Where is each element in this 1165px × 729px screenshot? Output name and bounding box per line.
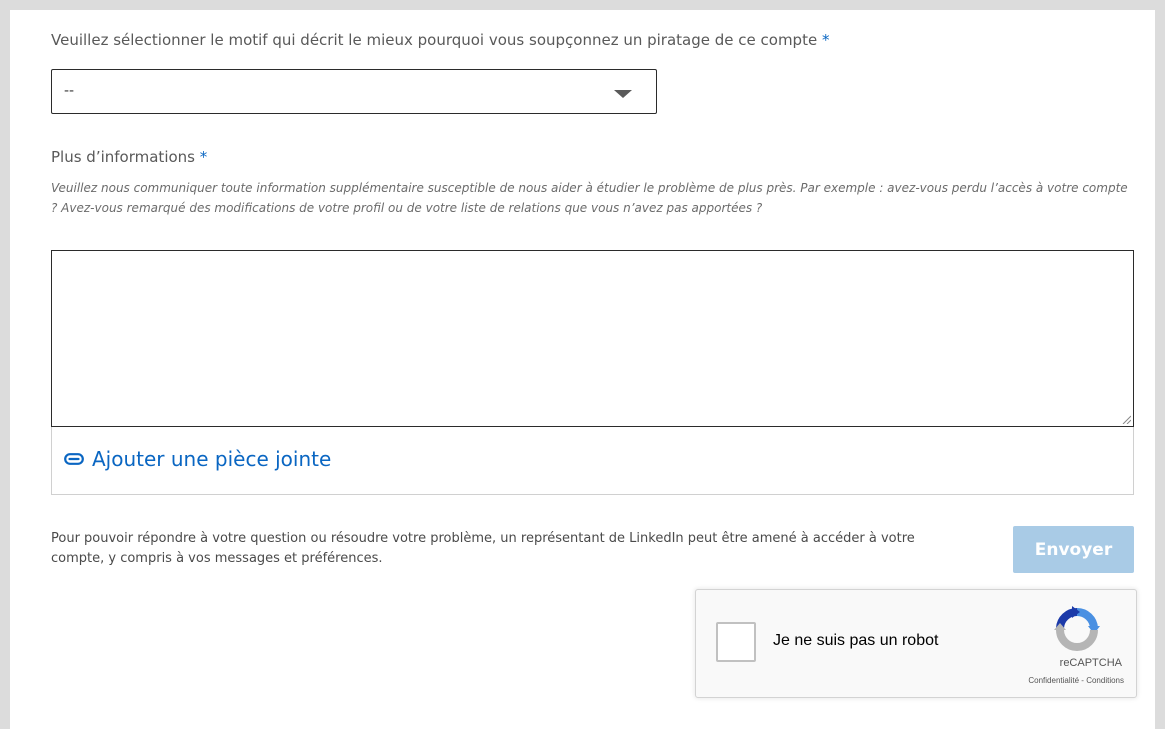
details-label-text: Plus d’informations (51, 148, 195, 166)
details-label: Plus d’informations * (51, 148, 207, 166)
recaptcha-privacy-link[interactable]: Confidentialité (1028, 676, 1079, 685)
submit-button[interactable]: Envoyer (1013, 526, 1134, 573)
recaptcha-terms-link[interactable]: Conditions (1086, 676, 1124, 685)
add-attachment-link[interactable]: Ajouter une pièce jointe (64, 447, 331, 471)
details-textarea[interactable] (51, 250, 1134, 427)
required-marker: * (821, 31, 830, 49)
reason-label-text: Veuillez sélectionner le motif qui décri… (51, 31, 818, 49)
reason-select[interactable]: -- (51, 69, 657, 114)
recaptcha-label: Je ne suis pas un robot (773, 632, 939, 649)
recaptcha-widget: Je ne suis pas un robot reCAPTCHA Confid… (695, 589, 1137, 698)
add-attachment-label: Ajouter une pièce jointe (92, 447, 332, 471)
recaptcha-links: Confidentialité - Conditions (1028, 676, 1124, 685)
recaptcha-logo-icon (1054, 606, 1100, 651)
recaptcha-checkbox[interactable] (716, 622, 756, 662)
required-marker: * (199, 148, 208, 166)
reason-label: Veuillez sélectionner le motif qui décri… (51, 31, 829, 49)
attachment-area: Ajouter une pièce jointe (51, 427, 1134, 495)
paperclip-icon (64, 453, 84, 465)
chevron-down-icon (614, 90, 632, 98)
access-disclaimer: Pour pouvoir répondre à votre question o… (51, 531, 915, 566)
details-help-text: Veuillez nous communiquer toute informat… (51, 181, 1128, 215)
form-panel: Veuillez sélectionner le motif qui décri… (10, 10, 1155, 729)
reason-select-value: -- (64, 83, 75, 99)
resize-handle-icon[interactable] (1121, 414, 1131, 424)
recaptcha-brand: reCAPTCHA (1059, 657, 1122, 669)
